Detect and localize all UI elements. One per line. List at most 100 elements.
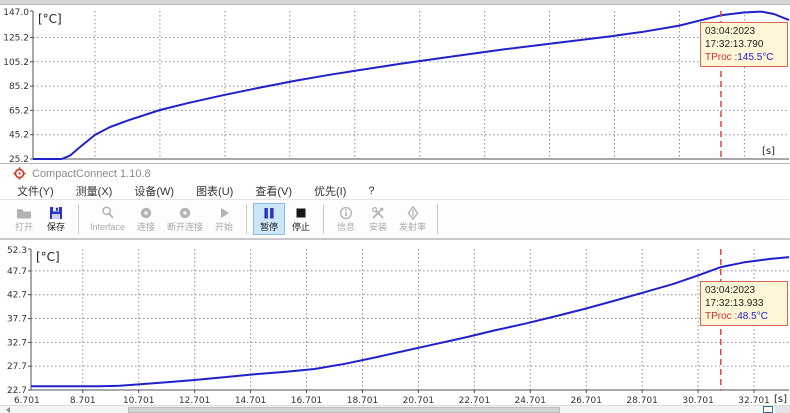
menu-item-file[interactable]: 文件(Y) xyxy=(6,183,65,199)
svg-text:28.701: 28.701 xyxy=(626,396,658,405)
tooltip-value: 145.5°C xyxy=(737,52,773,63)
tooltip-value: 48.5°C xyxy=(737,311,768,322)
svg-text:[s]: [s] xyxy=(774,394,787,405)
svg-text:42.7: 42.7 xyxy=(7,291,27,301)
title-bar: CompactConnect 1.10.8 xyxy=(0,164,790,183)
menu-bar: 文件(Y)测量(X)设备(W)图表(U)查看(V)优先(I)? xyxy=(0,183,790,200)
svg-text:22.701: 22.701 xyxy=(459,396,491,405)
toolbar-button-label: 停止 xyxy=(292,222,310,232)
toolbar-separator xyxy=(246,204,247,234)
svg-text:[°C]: [°C] xyxy=(36,250,60,264)
svg-text:14.701: 14.701 xyxy=(235,396,267,405)
svg-text:32.7: 32.7 xyxy=(7,338,27,348)
svg-text:8.701: 8.701 xyxy=(70,396,96,405)
tooltip-reading: TProc :145.5°C xyxy=(705,51,783,64)
toolbar-button-label: 断开连接 xyxy=(167,222,203,232)
scrollbar-thumb[interactable] xyxy=(128,407,560,413)
toolbar-open-button[interactable]: 打开 xyxy=(8,203,40,235)
svg-text:65.2: 65.2 xyxy=(9,106,29,116)
scroll-right-button[interactable] xyxy=(763,406,773,413)
toolbar-button-label: 连接 xyxy=(137,222,155,232)
scrollbar-corner-grip xyxy=(775,406,790,413)
menu-item-view[interactable]: 查看(V) xyxy=(244,183,303,199)
pause-icon xyxy=(261,205,277,221)
toolbar-interface-button[interactable]: Interface xyxy=(85,203,130,235)
toolbar-stop-button[interactable]: 停止 xyxy=(285,203,317,235)
emissivity-diamond-icon xyxy=(405,205,421,221)
toolbar-disconnect-button[interactable]: 断开连接 xyxy=(162,203,208,235)
menu-item-measure[interactable]: 测量(X) xyxy=(65,183,124,199)
svg-text:[s]: [s] xyxy=(762,146,775,157)
menu-item-help[interactable]: ? xyxy=(357,185,385,197)
open-folder-icon xyxy=(16,205,32,221)
svg-text:45.2: 45.2 xyxy=(9,131,29,141)
menu-item-preferences[interactable]: 优先(I) xyxy=(303,183,357,199)
toolbar-separator xyxy=(78,204,79,234)
svg-text:37.7: 37.7 xyxy=(7,315,27,325)
toolbar-button-label: 保存 xyxy=(47,222,65,232)
svg-text:26.701: 26.701 xyxy=(570,396,602,405)
svg-text:30.701: 30.701 xyxy=(682,396,714,405)
horizontal-scrollbar[interactable] xyxy=(0,405,790,413)
save-floppy-icon xyxy=(48,205,64,221)
toolbar-button-label: Interface xyxy=(90,222,125,232)
svg-text:32.701: 32.701 xyxy=(738,396,770,405)
svg-text:10.701: 10.701 xyxy=(123,396,155,405)
svg-text:12.701: 12.701 xyxy=(179,396,211,405)
toolbar-button-label: 发射率 xyxy=(399,222,426,232)
toolbar-connect-button[interactable]: 连接 xyxy=(130,203,162,235)
svg-text:6.701: 6.701 xyxy=(14,396,40,405)
setup-tools-icon xyxy=(370,205,386,221)
menu-item-device[interactable]: 设备(W) xyxy=(123,183,185,199)
svg-text:18.701: 18.701 xyxy=(347,396,379,405)
cursor-tooltip-bottom: 03:04:2023 17:32:13.933 TProc :48.5°C xyxy=(700,281,788,326)
tooltip-date: 03:04:2023 xyxy=(705,284,783,297)
toolbar-button-label: 安装 xyxy=(369,222,387,232)
tooltip-time: 17:32:13.790 xyxy=(705,38,783,51)
process-temperature-chart-bottom[interactable]: 52.347.742.737.732.727.722.76.7018.70110… xyxy=(0,240,790,405)
svg-text:27.7: 27.7 xyxy=(7,362,27,372)
svg-text:[°C]: [°C] xyxy=(38,12,62,26)
toolbar-button-label: 信息 xyxy=(337,222,355,232)
disconnect-icon xyxy=(177,205,193,221)
svg-text:85.2: 85.2 xyxy=(9,82,29,92)
toolbar-start-button[interactable]: 开始 xyxy=(208,203,240,235)
toolbar-button-label: 打开 xyxy=(15,222,33,232)
toolbar-save-button[interactable]: 保存 xyxy=(40,203,72,235)
toolbar-pause-button[interactable]: 暂停 xyxy=(253,203,285,235)
stop-icon xyxy=(293,205,309,221)
bottom-chart-panel: 52.347.742.737.732.727.722.76.7018.70110… xyxy=(0,240,790,405)
toolbar-info-button[interactable]: 信息 xyxy=(330,203,362,235)
svg-text:147.0: 147.0 xyxy=(3,8,29,18)
scroll-left-arrow-icon[interactable] xyxy=(6,407,10,413)
toolbar-button-label: 开始 xyxy=(215,222,233,232)
tooltip-param: TProc xyxy=(705,311,732,322)
svg-text:52.3: 52.3 xyxy=(7,246,27,256)
interface-magnifier-icon xyxy=(100,205,116,221)
tooltip-reading: TProc :48.5°C xyxy=(705,310,783,323)
svg-text:20.701: 20.701 xyxy=(403,396,435,405)
tooltip-date: 03:04:2023 xyxy=(705,25,783,38)
toolbar-setup-button[interactable]: 安装 xyxy=(362,203,394,235)
target-crosshair-icon xyxy=(13,166,26,182)
toolbar-emissivity-button[interactable]: 发射率 xyxy=(394,203,431,235)
svg-text:22.7: 22.7 xyxy=(7,386,27,396)
toolbar: 打开 保存 Interface 连接 断开连接 开始 暂停 停止 信息 安装 发射率 xyxy=(0,200,790,240)
tooltip-time: 17:32:13.933 xyxy=(705,297,783,310)
tooltip-param: TProc xyxy=(705,52,732,63)
svg-text:25.2: 25.2 xyxy=(9,155,29,163)
cursor-tooltip-top: 03:04:2023 17:32:13.790 TProc :145.5°C xyxy=(700,22,788,67)
info-icon xyxy=(338,205,354,221)
process-temperature-chart-top[interactable]: 147.0 125.2 105.2 85.2 65.2 45.2 25.2 [s] [°C] xyxy=(0,5,790,163)
toolbar-button-label: 暂停 xyxy=(260,222,278,232)
top-chart-panel: 147.0 125.2 105.2 85.2 65.2 45.2 25.2 [s] [°C] 0… xyxy=(0,5,790,163)
menu-item-chart[interactable]: 图表(U) xyxy=(185,183,244,199)
application-window-header: CompactConnect 1.10.8 文件(Y)测量(X)设备(W)图表(… xyxy=(0,163,790,240)
svg-text:16.701: 16.701 xyxy=(291,396,323,405)
connect-icon xyxy=(138,205,154,221)
toolbar-separator xyxy=(437,204,438,234)
svg-text:105.2: 105.2 xyxy=(3,58,29,68)
toolbar-separator xyxy=(323,204,324,234)
svg-text:125.2: 125.2 xyxy=(3,33,29,43)
svg-text:24.701: 24.701 xyxy=(515,396,547,405)
